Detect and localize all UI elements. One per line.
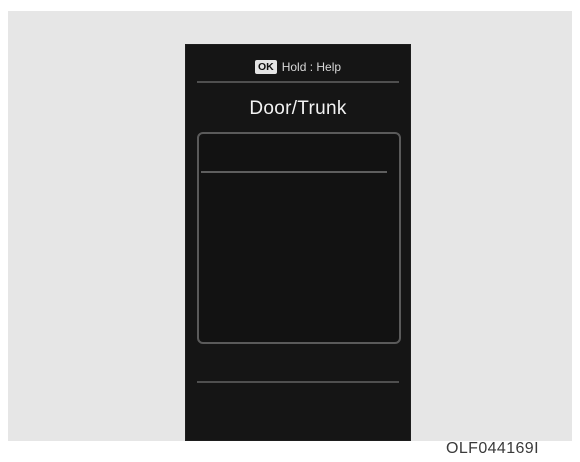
panel-divider xyxy=(201,171,387,173)
figure-code: OLF044169I xyxy=(446,440,539,457)
help-hint: OK Hold : Help xyxy=(185,56,411,78)
cluster-lcd-screen: OK Hold : Help Door/Trunk xyxy=(185,44,411,441)
content-panel xyxy=(197,132,401,344)
ok-button-badge[interactable]: OK xyxy=(254,60,277,74)
header-divider xyxy=(197,81,399,83)
hold-help-label: Hold : Help xyxy=(281,60,342,74)
footer-divider xyxy=(197,381,399,383)
screen-title: Door/Trunk xyxy=(249,98,347,119)
